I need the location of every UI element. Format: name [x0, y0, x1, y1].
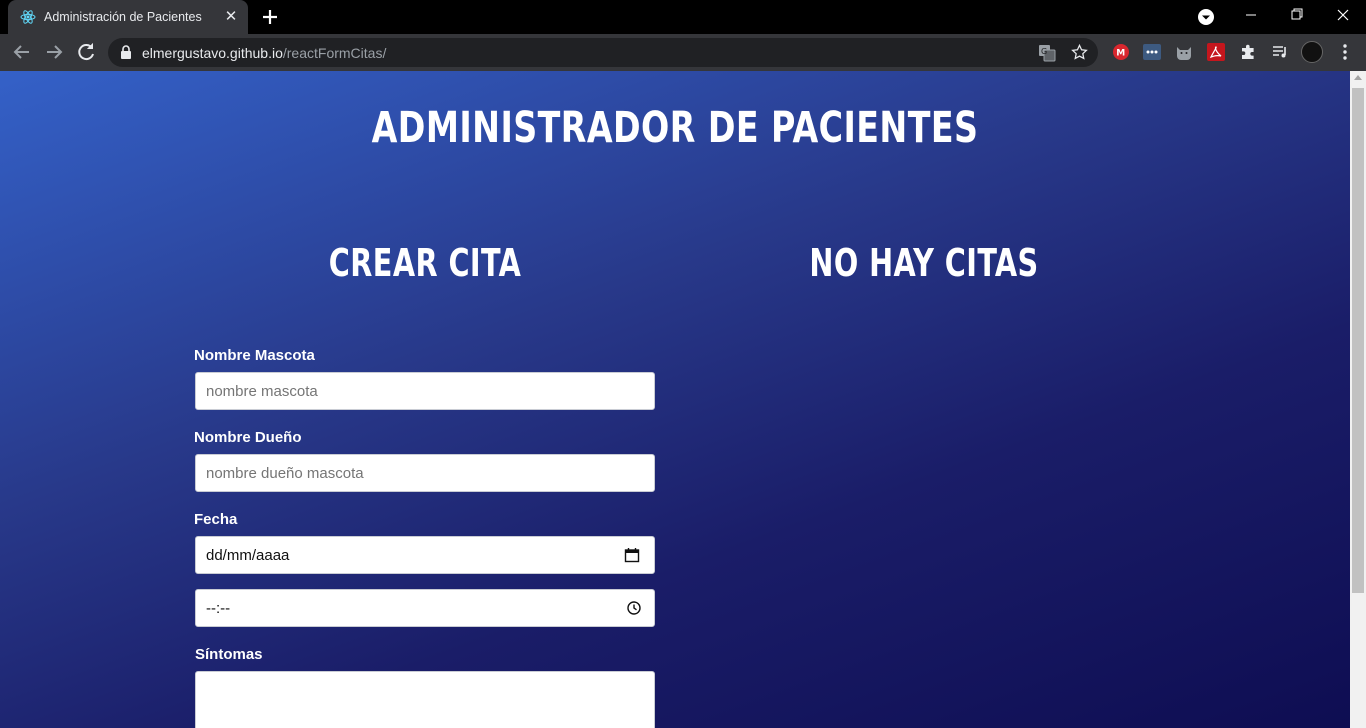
plus-icon	[263, 10, 277, 24]
window-minimize-icon[interactable]	[1228, 0, 1274, 30]
pdf-extension-icon[interactable]	[1207, 43, 1225, 61]
calendar-icon[interactable]	[624, 547, 640, 563]
cat-extension-icon[interactable]	[1175, 43, 1193, 61]
svg-text:M: M	[1116, 49, 1125, 59]
time-input[interactable]: --:--	[195, 589, 655, 627]
page-scrollbar[interactable]	[1350, 71, 1366, 728]
window-close-icon[interactable]	[1320, 0, 1366, 30]
date-value: dd/mm/aaaa	[206, 547, 290, 564]
clock-icon[interactable]	[626, 600, 642, 616]
pet-name-input[interactable]	[195, 372, 655, 410]
url-host: elmergustavo.github.io	[142, 45, 283, 61]
arrow-left-icon[interactable]	[8, 38, 36, 66]
browser-tabstrip: Administración de Pacientes ✕	[0, 0, 1366, 34]
kebab-menu-icon[interactable]	[1336, 42, 1354, 62]
address-bar[interactable]: elmergustavo.github.io/reactFormCitas/ G	[108, 38, 1098, 67]
translate-icon[interactable]: G	[1038, 44, 1056, 62]
svg-text:G: G	[1041, 47, 1047, 56]
media-control-icon[interactable]	[1271, 43, 1289, 61]
reload-icon[interactable]	[72, 38, 100, 66]
pet-name-label: Nombre Mascota	[194, 347, 315, 364]
date-input[interactable]: dd/mm/aaaa	[195, 536, 655, 574]
dots-extension-icon[interactable]	[1143, 43, 1161, 61]
owner-name-input[interactable]	[195, 454, 655, 492]
arrow-right-icon[interactable]	[40, 38, 68, 66]
tab-search-icon[interactable]	[1196, 7, 1216, 27]
appointments-heading: No hay citas	[809, 241, 1039, 285]
url-path: /reactFormCitas/	[282, 45, 387, 61]
symptoms-label: Síntomas	[195, 646, 263, 663]
symptoms-textarea[interactable]	[195, 671, 655, 728]
mega-extension-icon[interactable]: M	[1112, 43, 1130, 61]
tab-title: Administración de Pacientes	[44, 10, 202, 24]
react-icon	[20, 10, 36, 24]
profile-avatar[interactable]	[1301, 41, 1323, 63]
form-heading: Crear Cita	[328, 241, 522, 285]
date-label: Fecha	[194, 511, 238, 528]
scrollbar-thumb[interactable]	[1352, 88, 1364, 593]
lock-icon[interactable]	[120, 45, 132, 59]
owner-name-label: Nombre Dueño	[194, 429, 302, 446]
browser-toolbar: elmergustavo.github.io/reactFormCitas/ G…	[0, 34, 1366, 71]
time-value: --:--	[206, 600, 231, 617]
window-restore-icon[interactable]	[1274, 0, 1320, 30]
star-icon[interactable]	[1070, 43, 1089, 62]
url-text: elmergustavo.github.io/reactFormCitas/	[142, 45, 386, 61]
new-tab-button[interactable]	[258, 5, 282, 29]
close-icon[interactable]: ✕	[222, 8, 240, 26]
page-title: Administrador de Pacientes	[371, 103, 979, 153]
puzzle-icon[interactable]	[1239, 43, 1257, 61]
browser-tab-active[interactable]: Administración de Pacientes ✕	[8, 0, 248, 34]
scroll-up-arrow-icon[interactable]	[1354, 75, 1362, 80]
page-viewport: Administrador de Pacientes Crear Cita No…	[0, 71, 1350, 728]
